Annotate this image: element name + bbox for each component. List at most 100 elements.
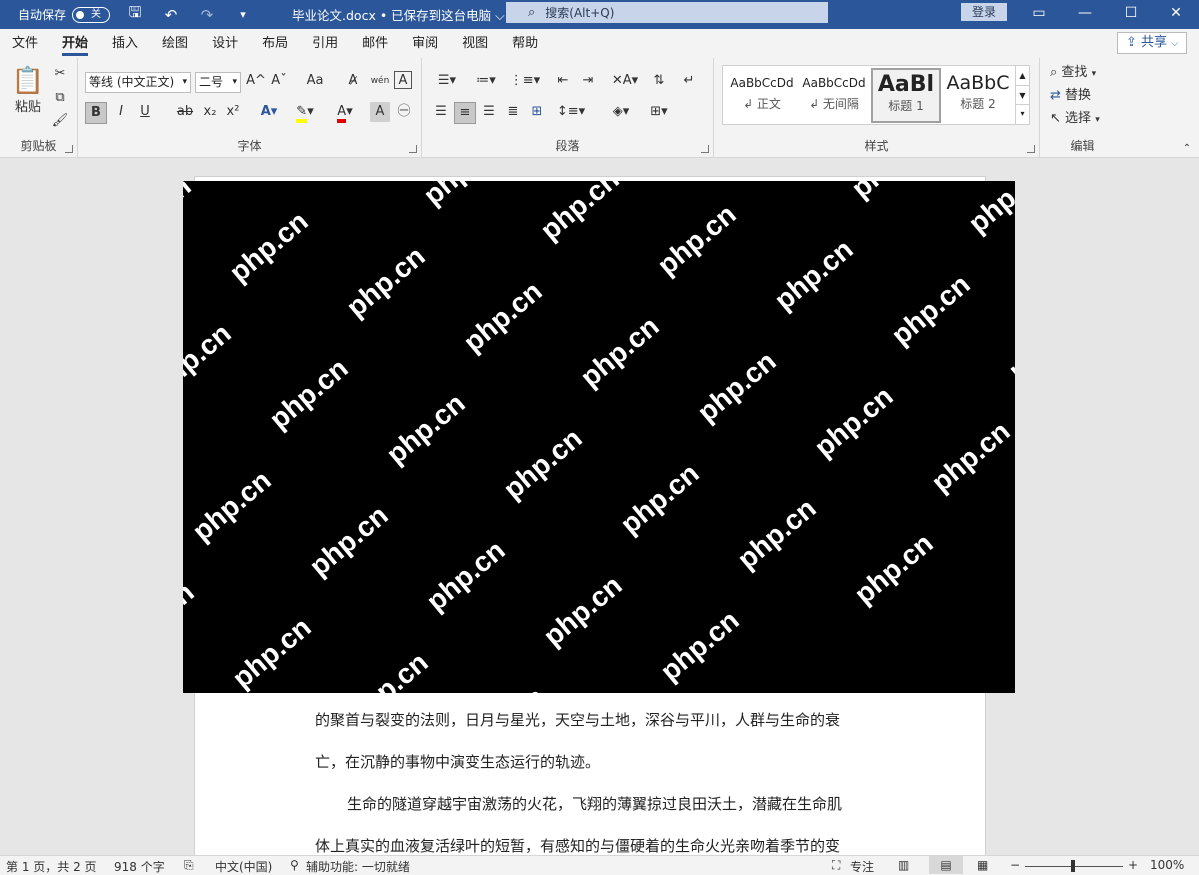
paragraph-line[interactable]: 体上真实的血液复活绿叶的短暂，有感知的与僵硬着的生命火光亲吻着季节的变 bbox=[315, 835, 840, 855]
collapse-ribbon-icon[interactable]: ⌃ bbox=[1180, 142, 1194, 156]
paragraph-line[interactable]: 的聚首与裂变的法则，日月与星光，天空与土地，深谷与平川，人群与生命的衰 bbox=[315, 709, 840, 730]
read-mode-icon[interactable]: ▥ bbox=[898, 858, 909, 872]
page-count[interactable]: 第 1 页，共 2 页 bbox=[6, 858, 97, 875]
format-painter-icon[interactable]: 🖌 bbox=[50, 111, 70, 133]
increase-indent-icon[interactable]: ⇥ bbox=[577, 71, 599, 93]
language-indicator[interactable]: 中文(中国) bbox=[215, 858, 272, 875]
tab-insert[interactable]: 插入 bbox=[100, 29, 150, 58]
char-shading-icon[interactable]: A bbox=[370, 102, 390, 122]
ribbon-display-icon[interactable]: ▭ bbox=[1016, 0, 1062, 29]
minimize-icon[interactable]: — bbox=[1062, 0, 1108, 29]
font-name-select[interactable]: 等线 (中文正文) ▾ bbox=[85, 72, 191, 93]
bold-button[interactable]: B bbox=[85, 102, 107, 124]
chinese-layout-icon[interactable]: ✕A▾ bbox=[608, 71, 642, 93]
tab-home[interactable]: 开始 bbox=[50, 29, 100, 58]
watermark-text: php.cn bbox=[654, 604, 745, 687]
copy-icon[interactable]: ⧉ bbox=[50, 88, 70, 110]
redo-icon[interactable]: ↷ bbox=[196, 6, 218, 24]
font-launcher-icon[interactable] bbox=[409, 145, 417, 153]
paste-button[interactable]: 📋 粘贴 bbox=[10, 64, 46, 130]
close-icon[interactable]: ✕ bbox=[1153, 0, 1199, 29]
tab-view[interactable]: 视图 bbox=[450, 29, 500, 58]
borders-icon[interactable]: ⊞▾ bbox=[642, 102, 676, 124]
bullets-icon[interactable]: ☰▾ bbox=[430, 71, 464, 93]
font-size-select[interactable]: 二号 ▾ bbox=[195, 72, 241, 93]
tab-design[interactable]: 设计 bbox=[200, 29, 250, 58]
enclose-characters-icon[interactable]: ㊀ bbox=[394, 102, 414, 124]
sort-icon[interactable]: ⇅ bbox=[648, 71, 670, 93]
superscript-button[interactable]: x² bbox=[223, 102, 243, 124]
font-color-icon[interactable]: A▾ bbox=[330, 102, 360, 124]
save-icon[interactable]: 🖫 bbox=[124, 2, 146, 27]
style-heading-2[interactable]: AaBbC 标题 2 bbox=[943, 68, 1013, 123]
distributed-icon[interactable]: ⊞ bbox=[526, 102, 548, 124]
strikethrough-button[interactable]: ab bbox=[174, 102, 196, 124]
italic-button[interactable]: I bbox=[111, 102, 131, 124]
underline-button[interactable]: U bbox=[134, 102, 156, 124]
style-heading-1[interactable]: AaBl 标题 1 bbox=[871, 68, 941, 123]
show-marks-icon[interactable]: ↵ bbox=[678, 71, 700, 93]
zoom-slider-thumb[interactable] bbox=[1071, 860, 1075, 872]
document-title[interactable]: 毕业论文.docx • 已保存到这台电脑 ⌵ bbox=[292, 5, 505, 24]
proofing-icon[interactable]: ⎘ bbox=[184, 858, 194, 873]
decrease-indent-icon[interactable]: ⇤ bbox=[552, 71, 574, 93]
paragraph-line[interactable]: 生命的隧道穿越宇宙激荡的火花，飞翔的薄翼掠过良田沃土，潜藏在生命肌 bbox=[347, 793, 842, 814]
tab-help[interactable]: 帮助 bbox=[500, 29, 550, 58]
highlight-color-icon[interactable]: ✎▾ bbox=[290, 102, 320, 124]
align-center-icon[interactable]: ≡ bbox=[454, 102, 476, 124]
tab-review[interactable]: 审阅 bbox=[400, 29, 450, 58]
styles-gallery-scroll[interactable]: ▲ ▼ ▾ bbox=[1015, 66, 1029, 124]
replace-button[interactable]: ⇄ 替换 bbox=[1050, 86, 1122, 108]
multilevel-list-icon[interactable]: ⋮≡▾ bbox=[508, 71, 542, 93]
align-left-icon[interactable]: ☰ bbox=[430, 102, 452, 124]
phonetic-guide-button[interactable]: wén bbox=[368, 71, 392, 93]
tab-draw[interactable]: 绘图 bbox=[150, 29, 200, 58]
more-styles-icon[interactable]: ▾ bbox=[1016, 104, 1029, 122]
clear-formatting-icon[interactable]: A̷ bbox=[342, 71, 364, 93]
document-area[interactable]: php.cn php.cn php.cn php.cn php.cn php.cn php.… bbox=[0, 158, 1199, 855]
grow-font-button[interactable]: A^ bbox=[245, 71, 267, 93]
styles-launcher-icon[interactable] bbox=[1027, 145, 1035, 153]
char-border-icon[interactable]: A bbox=[394, 71, 412, 89]
numbering-icon[interactable]: ≔▾ bbox=[469, 71, 503, 93]
document-image[interactable]: php.cn php.cn php.cn php.cn php.cn php.cn php.… bbox=[183, 181, 1015, 693]
print-layout-icon[interactable]: ▤ bbox=[929, 856, 963, 874]
paragraph-line[interactable]: 亡，在沉静的事物中演变生态运行的轨迹。 bbox=[315, 751, 600, 772]
tab-references[interactable]: 引用 bbox=[300, 29, 350, 58]
clipboard-launcher-icon[interactable] bbox=[65, 145, 73, 153]
autosave-toggle[interactable]: 关 bbox=[72, 6, 111, 23]
paragraph-launcher-icon[interactable] bbox=[701, 145, 709, 153]
maximize-icon[interactable]: ☐ bbox=[1108, 0, 1154, 29]
search-box[interactable]: ⌕ 搜索(Alt+Q) bbox=[506, 2, 828, 23]
login-button[interactable]: 登录 bbox=[961, 3, 1007, 21]
focus-mode-button[interactable]: 专注 bbox=[850, 858, 874, 875]
watermark-text: php.cn bbox=[340, 240, 431, 323]
change-case-button[interactable]: Aa bbox=[300, 71, 330, 93]
justify-icon[interactable]: ≣ bbox=[502, 102, 524, 124]
shrink-font-button[interactable]: Aˇ bbox=[268, 71, 290, 93]
tab-file[interactable]: 文件 bbox=[0, 29, 50, 58]
tab-layout[interactable]: 布局 bbox=[250, 29, 300, 58]
zoom-level[interactable]: 100% bbox=[1150, 858, 1184, 872]
chevron-up-icon[interactable]: ▲ bbox=[1016, 66, 1029, 85]
subscript-button[interactable]: x₂ bbox=[200, 102, 220, 124]
select-button[interactable]: ↖ 选择 ▾ bbox=[1050, 109, 1122, 131]
text-effects-icon[interactable]: A▾ bbox=[254, 102, 284, 124]
share-button[interactable]: ⇪ 共享 ⌵ bbox=[1117, 32, 1187, 54]
customize-toolbar-icon[interactable]: ▾ bbox=[232, 8, 254, 21]
style-no-spacing[interactable]: AaBbCcDd ↲ 无间隔 bbox=[799, 68, 869, 123]
zoom-out-icon[interactable]: − bbox=[1010, 858, 1020, 872]
align-right-icon[interactable]: ☰ bbox=[478, 102, 500, 124]
style-normal[interactable]: AaBbCcDd ↲ 正文 bbox=[727, 68, 797, 123]
accessibility-status[interactable]: 辅助功能: 一切就绪 bbox=[306, 858, 410, 875]
web-layout-icon[interactable]: ▦ bbox=[977, 858, 988, 872]
line-spacing-icon[interactable]: ↕≡▾ bbox=[554, 102, 588, 124]
zoom-in-icon[interactable]: + bbox=[1128, 858, 1138, 872]
shading-icon[interactable]: ◈▾ bbox=[604, 102, 638, 124]
chevron-down-icon[interactable]: ▼ bbox=[1016, 85, 1029, 104]
find-button[interactable]: ⌕ 查找 ▾ bbox=[1050, 63, 1122, 85]
tab-mailings[interactable]: 邮件 bbox=[350, 29, 400, 58]
undo-icon[interactable]: ↶ bbox=[160, 6, 182, 24]
cut-icon[interactable]: ✂ bbox=[50, 64, 70, 86]
word-count[interactable]: 918 个字 bbox=[114, 858, 165, 875]
